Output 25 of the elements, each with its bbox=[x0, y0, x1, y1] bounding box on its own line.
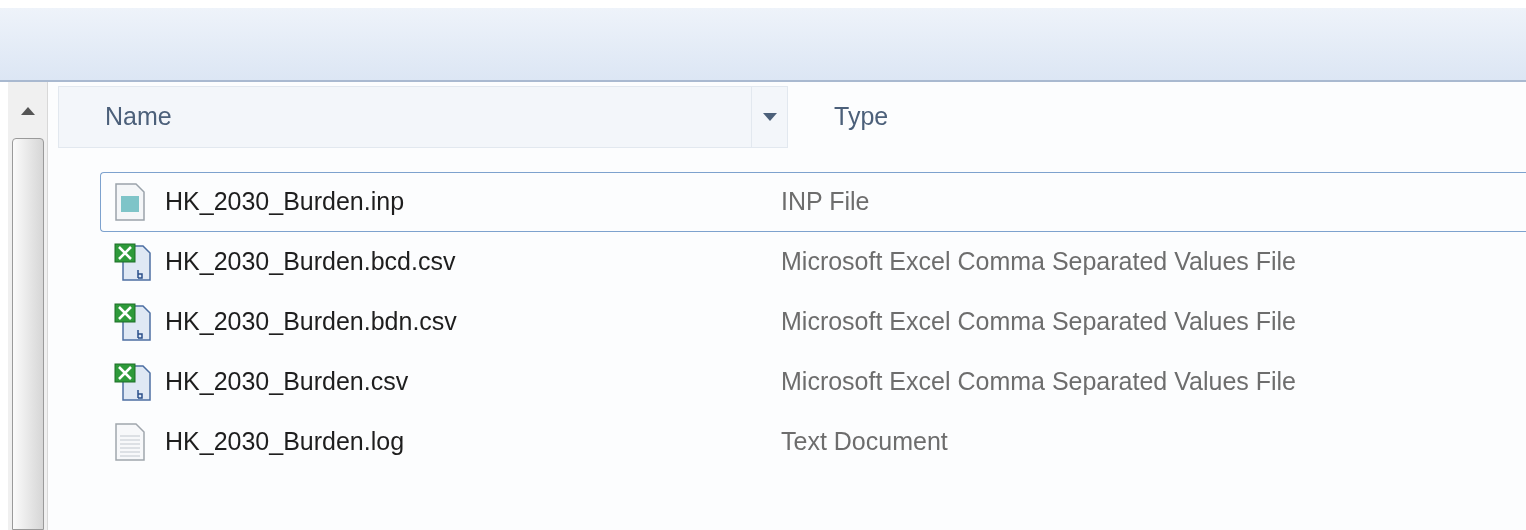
file-type: Microsoft Excel Comma Separated Values File bbox=[781, 246, 1296, 278]
file-row[interactable]: HK_2030_Burden.log Text Document bbox=[100, 412, 1526, 472]
file-row[interactable]: HK_2030_Burden.bdn.csv Microsoft Excel Comma Separated Values File bbox=[100, 292, 1526, 352]
scroll-thumb[interactable] bbox=[11, 138, 44, 530]
column-header[interactable]: Name bbox=[58, 86, 788, 148]
spreadsheet-file-icon bbox=[113, 362, 153, 402]
file-name: HK_2030_Burden.bcd.csv bbox=[165, 246, 456, 278]
file-row[interactable]: HK_2030_Burden.csv Microsoft Excel Comma Separated Values File bbox=[100, 352, 1526, 412]
file-type: Text Document bbox=[781, 426, 948, 458]
spreadsheet-file-icon bbox=[113, 242, 153, 282]
file-type: Microsoft Excel Comma Separated Values File bbox=[781, 366, 1296, 398]
caret-icon bbox=[762, 113, 777, 121]
file-icon bbox=[113, 182, 147, 222]
file-type: INP File bbox=[781, 186, 870, 218]
file-name: HK_2030_Burden.inp bbox=[165, 186, 405, 218]
file-row[interactable]: HK_2030_Burden.inp INP File bbox=[100, 172, 1526, 232]
file-name: HK_2030_Burden.log bbox=[165, 426, 405, 458]
file-name: HK_2030_Burden.bdn.csv bbox=[165, 306, 457, 338]
column-header[interactable]: Type bbox=[788, 86, 1526, 148]
text-file-icon bbox=[113, 422, 147, 462]
file-row[interactable]: HK_2030_Burden.bcd.csv Microsoft Excel Comma Separated Values File bbox=[100, 232, 1526, 292]
spreadsheet-file-icon bbox=[113, 302, 153, 342]
up-arrow-icon bbox=[20, 107, 35, 115]
file-type: Microsoft Excel Comma Separated Values File bbox=[781, 306, 1296, 338]
file-name: HK_2030_Burden.csv bbox=[165, 366, 409, 398]
